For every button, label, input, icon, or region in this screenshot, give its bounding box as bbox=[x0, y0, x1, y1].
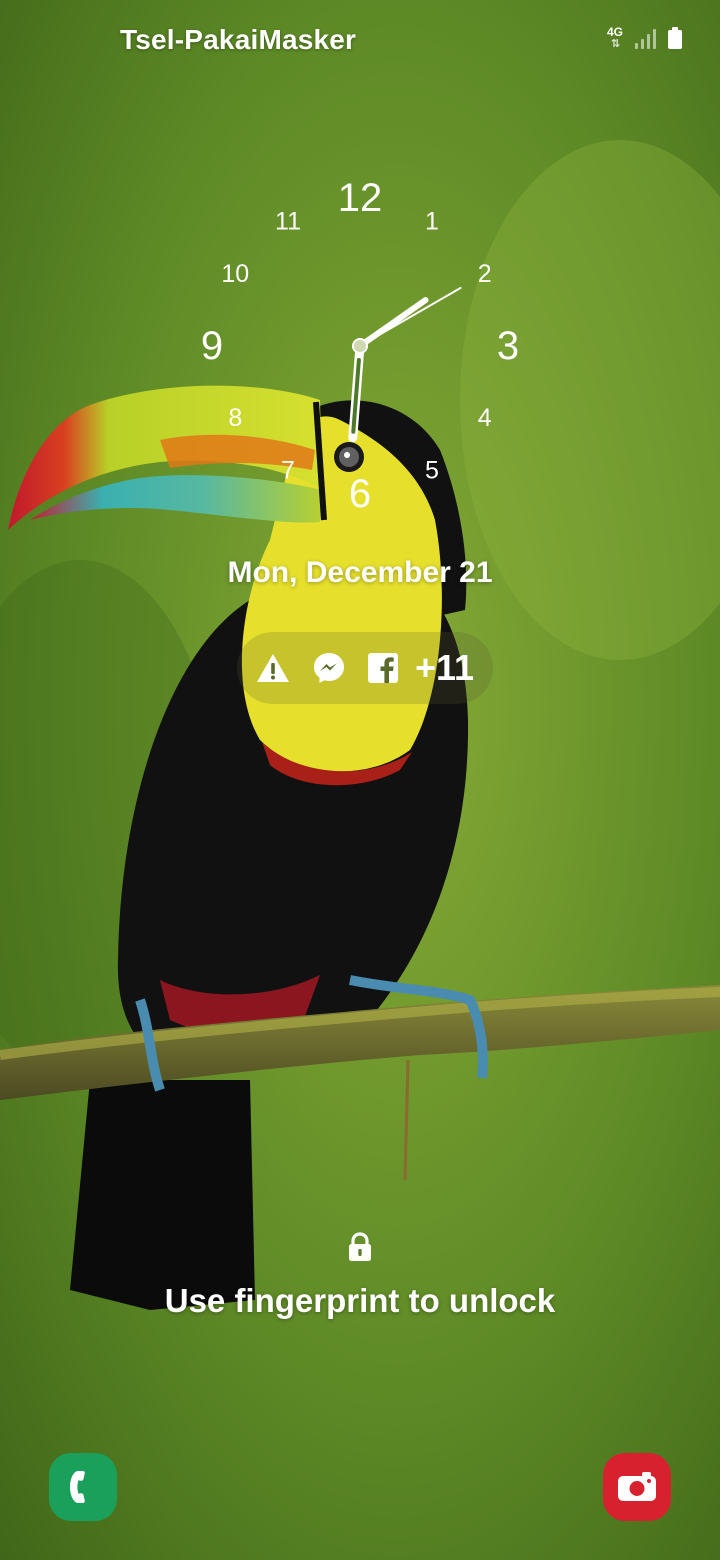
lock-screen-date: Mon, December 21 bbox=[227, 556, 493, 589]
messenger-icon bbox=[314, 653, 344, 683]
lock-icon bbox=[349, 1232, 371, 1261]
data-activity-icon: ⇅ bbox=[610, 38, 620, 50]
wallpaper-image bbox=[0, 0, 720, 1560]
camera-shortcut-button[interactable] bbox=[603, 1453, 671, 1521]
facebook-icon bbox=[368, 653, 398, 683]
status-icons: 4G ⇅ bbox=[607, 26, 682, 50]
camera-icon bbox=[618, 1472, 656, 1501]
phone-icon bbox=[70, 1471, 85, 1503]
signal-icon bbox=[635, 27, 656, 49]
network-type-label: 4G bbox=[606, 25, 623, 39]
unlock-hint-text: Use fingerprint to unlock bbox=[164, 1282, 556, 1319]
phone-shortcut-button[interactable] bbox=[49, 1453, 117, 1521]
more-notifications-count: +11 bbox=[415, 647, 475, 688]
warning-icon bbox=[257, 654, 289, 682]
carrier-name: Tsel-PakaiMasker bbox=[120, 24, 357, 55]
notification-icons-bar[interactable]: +11 bbox=[237, 632, 493, 704]
battery-icon bbox=[668, 27, 682, 49]
network-type-indicator: 4G ⇅ bbox=[607, 26, 623, 50]
